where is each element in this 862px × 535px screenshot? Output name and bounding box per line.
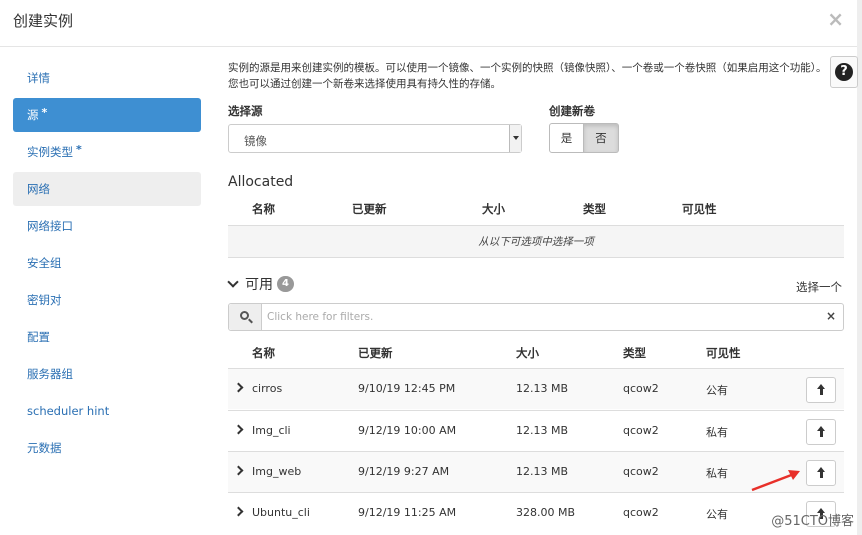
sidebar-item-label: 实例类型 — [27, 145, 73, 159]
required-marker: * — [76, 143, 82, 156]
table-row: cirros 9/10/19 12:45 PM 12.13 MB qcow2 公… — [228, 368, 844, 409]
available-title: 可用 — [245, 277, 273, 293]
chevron-right-icon[interactable] — [233, 465, 244, 476]
sidebar-item-metadata[interactable]: 元数据 — [13, 431, 201, 465]
row-updated: 9/12/19 10:00 AM — [358, 424, 457, 437]
sidebar-item-label: 配置 — [27, 330, 50, 344]
row-visibility: 公有 — [706, 384, 728, 397]
sidebar-item-networks[interactable]: 网络 — [13, 172, 201, 206]
sidebar-item-security-groups[interactable]: 安全组 — [13, 246, 201, 280]
chevron-right-icon[interactable] — [233, 382, 244, 393]
row-visibility: 私有 — [706, 426, 728, 439]
filter-input[interactable] — [267, 308, 807, 326]
available-header-size: 大小 — [516, 346, 539, 360]
search-icon[interactable] — [229, 304, 262, 330]
sidebar-item-label: scheduler hint — [27, 404, 110, 418]
row-name: Img_cli — [252, 424, 291, 437]
allocated-header-size: 大小 — [482, 202, 505, 216]
row-type: qcow2 — [623, 465, 659, 478]
sidebar-item-label: 源 — [27, 108, 39, 122]
allocate-up-button[interactable] — [806, 460, 836, 486]
chevron-right-icon[interactable] — [233, 424, 244, 435]
source-label: 选择源 — [228, 104, 263, 118]
allocated-empty-row: 从以下可选项中选择一项 — [228, 226, 844, 258]
new-volume-toggle: 是 否 — [549, 123, 619, 153]
row-name: Img_web — [252, 465, 302, 478]
sidebar-item-label: 密钥对 — [27, 293, 62, 307]
row-type: qcow2 — [623, 506, 659, 519]
table-row: Img_cli 9/12/19 10:00 AM 12.13 MB qcow2 … — [228, 410, 844, 451]
row-size: 12.13 MB — [516, 424, 569, 437]
sidebar-item-key-pair[interactable]: 密钥对 — [13, 283, 201, 317]
row-visibility: 公有 — [706, 508, 728, 521]
chevron-down-icon — [509, 125, 521, 152]
available-header-visibility: 可见性 — [706, 346, 741, 360]
close-icon[interactable]: × — [827, 7, 844, 31]
sidebar-item-label: 服务器组 — [27, 367, 73, 381]
modal-header: 创建实例 × — [0, 0, 862, 47]
allocate-up-button[interactable] — [806, 377, 836, 403]
source-description: 实例的源是用来创建实例的模板。可以使用一个镜像、一个实例的快照（镜像快照）、一个… — [228, 62, 827, 90]
sidebar-item-label: 元数据 — [27, 441, 62, 455]
available-count-badge: 4 — [277, 276, 294, 292]
available-header-updated: 已更新 — [358, 346, 393, 360]
allocated-header-type: 类型 — [583, 202, 606, 216]
required-marker: * — [41, 106, 48, 119]
row-visibility: 私有 — [706, 467, 728, 480]
annotation-arrow — [751, 470, 800, 492]
sidebar-item-details[interactable]: 详情 — [13, 61, 201, 95]
new-volume-yes-button[interactable]: 是 — [549, 123, 584, 153]
sidebar-item-scheduler-hint[interactable]: scheduler hint — [13, 394, 201, 428]
wizard-sidebar: 详情 源 * 实例类型 * 网络 网络接口 安全组 密钥对 配置 服务器组 sche… — [13, 61, 201, 468]
table-row: Ubuntu_cli 9/12/19 11:25 AM 328.00 MB qc… — [228, 492, 844, 533]
sidebar-item-server-groups[interactable]: 服务器组 — [13, 357, 201, 391]
row-type: qcow2 — [623, 382, 659, 395]
allocated-header-updated: 已更新 — [352, 202, 387, 216]
row-size: 12.13 MB — [516, 382, 569, 395]
chevron-down-icon — [227, 275, 239, 288]
allocated-header-visibility: 可见性 — [682, 202, 717, 216]
available-toggle[interactable]: 可用 4 — [227, 274, 294, 294]
modal-title: 创建实例 — [13, 12, 74, 30]
filter-bar: × — [228, 303, 844, 331]
sidebar-item-source[interactable]: 源 * — [13, 98, 201, 132]
sidebar-item-network-ports[interactable]: 网络接口 — [13, 209, 201, 243]
row-size: 328.00 MB — [516, 506, 576, 519]
allocate-up-button[interactable] — [806, 419, 836, 445]
sidebar-item-configuration[interactable]: 配置 — [13, 320, 201, 354]
new-volume-label: 创建新卷 — [549, 104, 595, 118]
allocated-header-name: 名称 — [252, 202, 275, 216]
row-type: qcow2 — [623, 424, 659, 437]
available-header-type: 类型 — [623, 346, 646, 360]
row-updated: 9/12/19 9:27 AM — [358, 465, 450, 478]
row-name: Ubuntu_cli — [252, 506, 310, 519]
allocated-empty-text: 从以下可选项中选择一项 — [478, 236, 594, 248]
select-one-hint: 选择一个 — [796, 280, 842, 294]
row-name: cirros — [252, 382, 283, 395]
source-select-value: 镜像 — [244, 134, 267, 148]
sidebar-item-flavor[interactable]: 实例类型 * — [13, 135, 201, 169]
sidebar-item-label: 详情 — [27, 71, 50, 85]
row-updated: 9/12/19 11:25 AM — [358, 506, 457, 519]
help-button[interactable]: ? — [830, 56, 858, 88]
sidebar-item-label: 网络 — [27, 182, 50, 196]
new-volume-no-button[interactable]: 否 — [584, 123, 619, 153]
available-header-name: 名称 — [252, 346, 275, 360]
clear-filter-icon[interactable]: × — [826, 309, 836, 323]
source-select[interactable]: 镜像 — [228, 124, 522, 153]
sidebar-item-label: 网络接口 — [27, 219, 73, 233]
sidebar-item-label: 安全组 — [27, 256, 62, 270]
allocated-title: Allocated — [228, 174, 294, 190]
question-icon: ? — [835, 63, 853, 81]
chevron-right-icon[interactable] — [233, 506, 244, 517]
row-size: 12.13 MB — [516, 465, 569, 478]
watermark: @51CTO博客 — [771, 514, 854, 529]
row-updated: 9/10/19 12:45 PM — [358, 382, 456, 395]
